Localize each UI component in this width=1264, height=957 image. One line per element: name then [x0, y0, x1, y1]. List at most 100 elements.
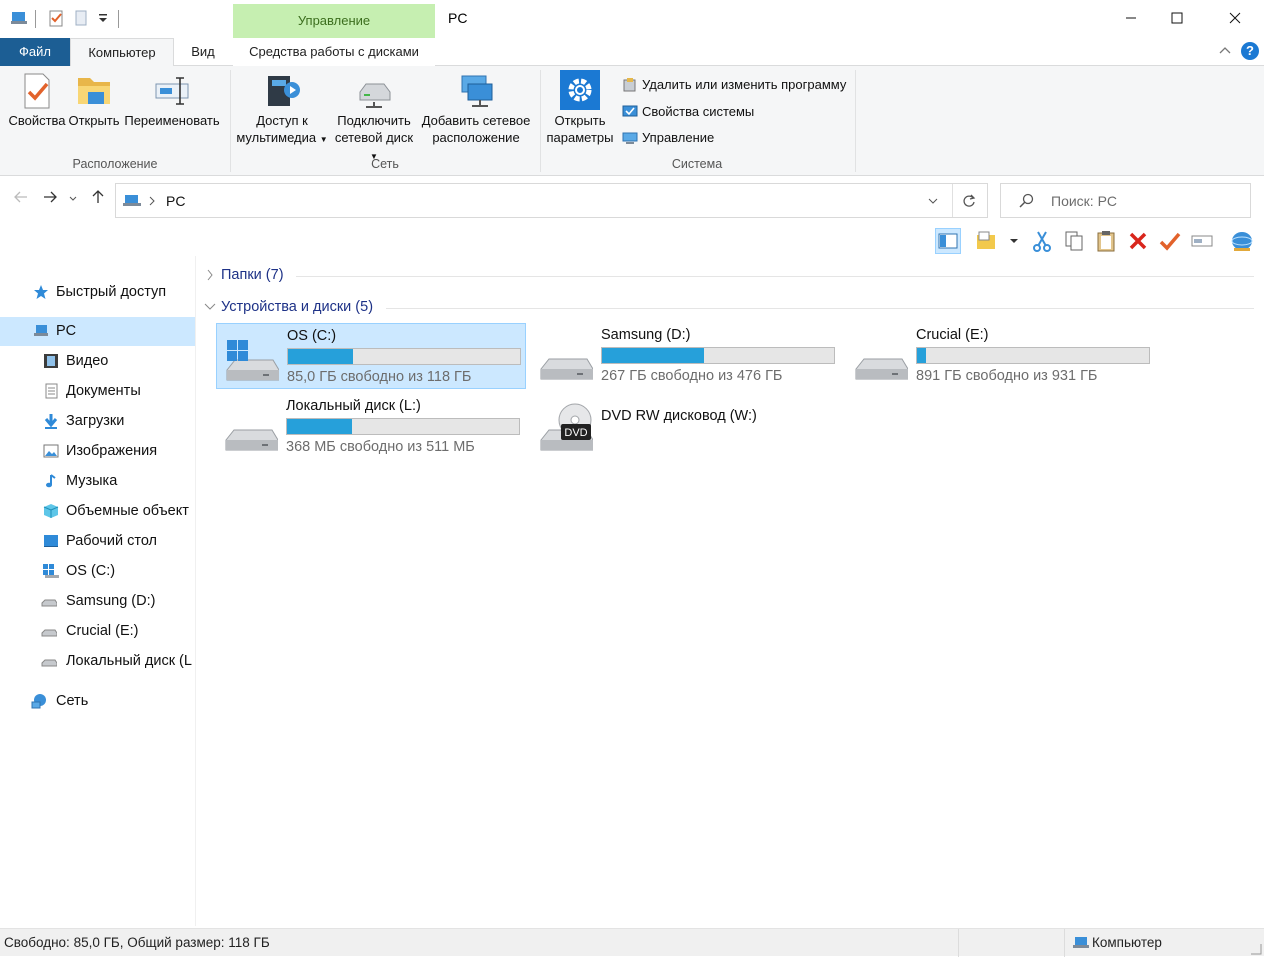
up-button[interactable] [86, 188, 110, 212]
properties-icon[interactable] [47, 9, 65, 27]
forward-button[interactable] [38, 188, 62, 212]
chevron-down-icon: ▼ [319, 135, 328, 144]
search-input[interactable]: Поиск: PC [1051, 193, 1117, 209]
rename-toolbar-button[interactable] [1189, 228, 1215, 254]
tab-file[interactable]: Файл [0, 38, 70, 66]
tab-computer[interactable]: Компьютер [70, 38, 174, 67]
group-label-network: Сеть [371, 157, 399, 171]
search-icon [1019, 193, 1034, 208]
search-box[interactable]: Поиск: PC [1000, 183, 1251, 218]
chevron-right-icon[interactable] [148, 196, 156, 206]
checkmark-button[interactable] [1157, 228, 1183, 254]
chevron-up-icon[interactable] [1218, 44, 1232, 56]
drive-tile-dvd[interactable]: DVD DVD RW дисковод (W:) [531, 394, 843, 460]
nav-item-video[interactable]: Видео [0, 347, 195, 375]
delete-button[interactable] [1125, 228, 1151, 254]
tab-view[interactable]: Вид [174, 38, 232, 66]
drive-tile-l[interactable]: Локальный диск (L:) 368 МБ свободно из 5… [216, 394, 528, 460]
pc-icon [1073, 937, 1089, 948]
refresh-icon[interactable] [962, 194, 976, 208]
new-folder-button[interactable] [973, 228, 999, 254]
uninstall-icon [623, 78, 636, 92]
new-folder-icon[interactable] [72, 9, 90, 27]
help-icon[interactable]: ? [1241, 42, 1259, 60]
drive-tile-c[interactable]: OS (C:) 85,0 ГБ свободно из 118 ГБ [216, 323, 526, 389]
add-network-location-button[interactable]: Добавить сетевое расположение [420, 70, 532, 146]
nav-item-network[interactable]: Сеть [0, 687, 195, 715]
drive-name: Samsung (D:) [601, 327, 691, 343]
drive-usage-fill [287, 419, 352, 434]
nav-item-desktop[interactable]: Рабочий стол [0, 527, 195, 555]
globe-icon [1231, 232, 1253, 251]
media-server-icon [268, 76, 300, 106]
nav-label: Локальный диск (L [66, 653, 192, 669]
nav-item-drive-d[interactable]: Samsung (D:) [0, 587, 195, 615]
nav-item-pictures[interactable]: Изображения [0, 437, 195, 465]
maximize-button[interactable] [1154, 0, 1200, 36]
drive-free-space: 267 ГБ свободно из 476 ГБ [601, 368, 783, 384]
qat-dropdown-icon[interactable] [94, 9, 112, 27]
back-button[interactable] [9, 188, 33, 212]
chevron-down-icon[interactable] [927, 196, 939, 206]
manage-button[interactable]: Управление [622, 127, 714, 149]
map-drive-label-1: Подключить [337, 113, 411, 128]
nav-item-drive-l[interactable]: Локальный диск (L [0, 647, 195, 675]
nav-item-music[interactable]: Музыка [0, 467, 195, 495]
nav-item-quick-access[interactable]: Быстрый доступ [0, 278, 195, 306]
folder-note-icon [977, 231, 995, 249]
minimize-button[interactable] [1108, 0, 1154, 36]
nav-label: Музыка [66, 473, 118, 489]
media-access-label-2: мультимедиа [236, 130, 317, 145]
resize-grip-icon[interactable] [1250, 943, 1262, 955]
drive-tile-d[interactable]: Samsung (D:) 267 ГБ свободно из 476 ГБ [531, 323, 843, 389]
pc-icon[interactable] [10, 9, 28, 27]
system-properties-label: Свойства системы [642, 104, 755, 119]
checkmark-icon [1159, 232, 1181, 251]
folder-open-icon [78, 78, 110, 104]
open-settings-button[interactable]: Открыть параметры [544, 70, 616, 146]
section-divider [296, 276, 1254, 277]
open-settings-label-2: параметры [546, 130, 614, 145]
properties-button[interactable]: Свойства [6, 70, 68, 129]
status-zone: Компьютер [1092, 935, 1162, 950]
uninstall-program-button[interactable]: Удалить или изменить программу [622, 74, 846, 96]
recent-locations-button[interactable] [63, 188, 83, 212]
toolbar-dropdown-button[interactable] [1006, 228, 1022, 254]
close-button[interactable] [1212, 0, 1258, 36]
cut-button[interactable] [1029, 228, 1055, 254]
open-button[interactable]: Открыть [67, 70, 121, 129]
system-properties-button[interactable]: Свойства системы [622, 101, 754, 123]
nav-item-3d-objects[interactable]: Объемные объект [0, 497, 195, 525]
windows-drive-icon [226, 340, 279, 381]
copy-button[interactable] [1061, 228, 1087, 254]
preview-pane-button[interactable] [935, 228, 961, 254]
properties-label: Свойства [8, 113, 66, 128]
drive-usage-fill [602, 348, 705, 363]
paste-button[interactable] [1093, 228, 1119, 254]
drive-icon [225, 429, 278, 451]
drive-tile-e[interactable]: Crucial (E:) 891 ГБ свободно из 931 ГБ [846, 323, 1158, 389]
network-globe-button[interactable] [1229, 228, 1255, 254]
nav-item-documents[interactable]: Документы [0, 377, 195, 405]
nav-item-drive-c[interactable]: OS (C:) [0, 557, 195, 585]
drive-icon [855, 358, 908, 380]
drive-icon [41, 599, 57, 607]
tab-disk-tools[interactable]: Средства работы с дисками [233, 38, 435, 66]
nav-label: Samsung (D:) [66, 593, 156, 609]
drive-name: Crucial (E:) [916, 327, 989, 343]
media-access-label-1: Доступ к [256, 113, 308, 128]
rename-button[interactable]: Переименовать [122, 70, 222, 129]
nav-label: Загрузки [66, 413, 125, 429]
minimize-icon [1126, 17, 1136, 19]
address-bar[interactable]: PC [115, 183, 988, 218]
nav-item-drive-e[interactable]: Crucial (E:) [0, 617, 195, 645]
star-icon [34, 285, 48, 299]
delete-x-icon [1129, 232, 1147, 250]
document-icon [45, 383, 58, 399]
video-film-icon [44, 354, 58, 368]
map-network-drive-button[interactable]: Подключить сетевой диск ▼ [330, 70, 418, 165]
nav-item-downloads[interactable]: Загрузки [0, 407, 195, 435]
nav-item-pc[interactable]: PC [0, 317, 195, 346]
manage-label: Управление [642, 130, 715, 145]
media-access-button[interactable]: Доступ к мультимедиа ▼ [234, 70, 330, 148]
